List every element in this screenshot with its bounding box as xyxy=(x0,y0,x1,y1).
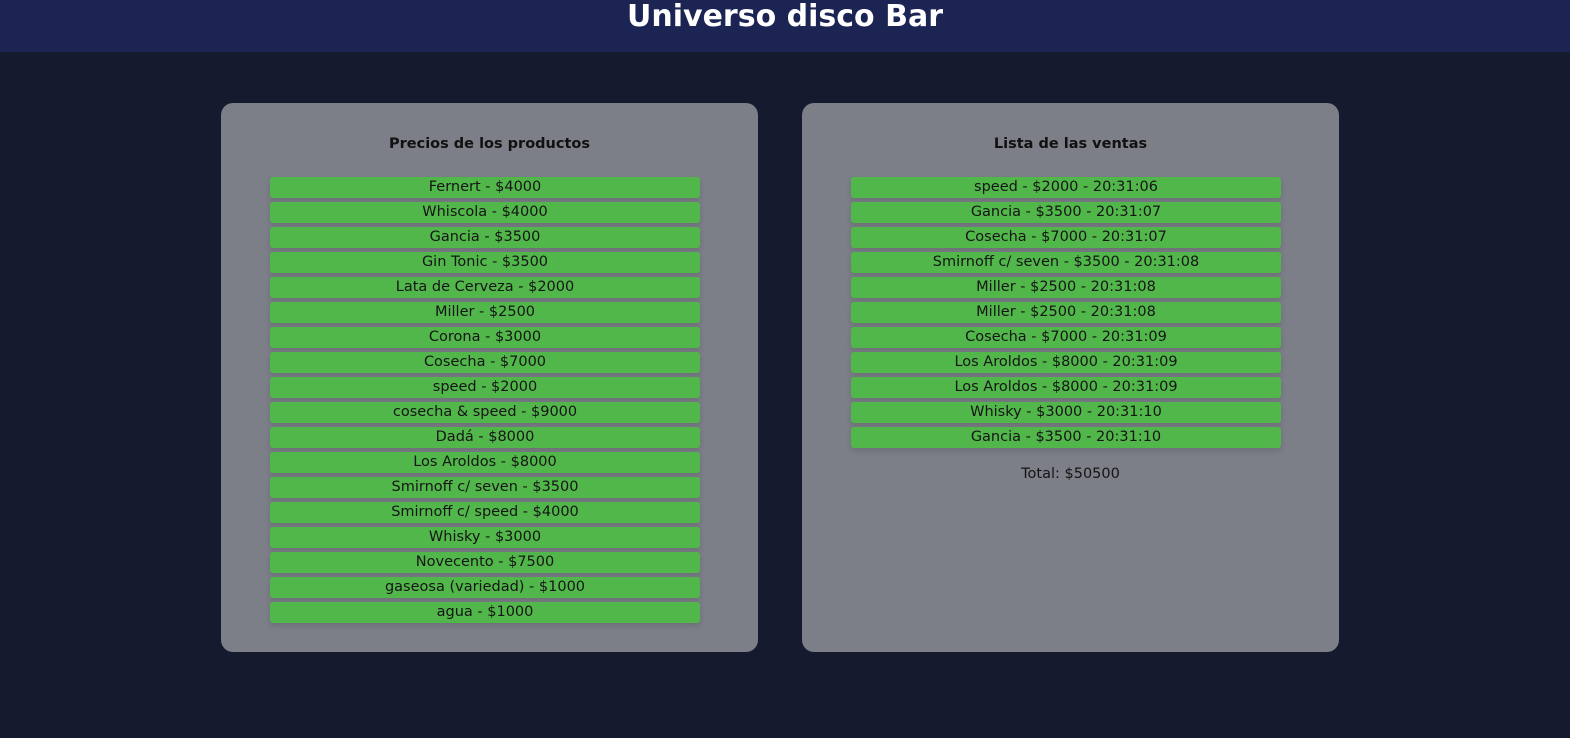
sale-item: Miller - $2500 - 20:31:08 xyxy=(851,302,1281,323)
product-item[interactable]: Cosecha - $7000 xyxy=(270,352,700,373)
sale-item: speed - $2000 - 20:31:06 xyxy=(851,177,1281,198)
sale-item: Cosecha - $7000 - 20:31:07 xyxy=(851,227,1281,248)
sale-item: Cosecha - $7000 - 20:31:09 xyxy=(851,327,1281,348)
app-header: Universo disco Bar xyxy=(0,0,1570,52)
product-item[interactable]: Gancia - $3500 xyxy=(270,227,700,248)
sales-title: Lista de las ventas xyxy=(993,136,1148,152)
product-item[interactable]: Whiscola - $4000 xyxy=(270,202,700,223)
sale-item: Los Aroldos - $8000 - 20:31:09 xyxy=(851,352,1281,373)
product-item[interactable]: speed - $2000 xyxy=(270,377,700,398)
sale-item: Gancia - $3500 - 20:31:07 xyxy=(851,202,1281,223)
product-item[interactable]: Corona - $3000 xyxy=(270,327,700,348)
product-item[interactable]: Miller - $2500 xyxy=(270,302,700,323)
product-item[interactable]: gaseosa (variedad) - $1000 xyxy=(270,577,700,598)
product-item[interactable]: agua - $1000 xyxy=(270,602,700,623)
product-item[interactable]: Smirnoff c/ seven - $3500 xyxy=(270,477,700,498)
sale-item: Los Aroldos - $8000 - 20:31:09 xyxy=(851,377,1281,398)
product-item[interactable]: Whisky - $3000 xyxy=(270,527,700,548)
app-title: Universo disco Bar xyxy=(627,0,943,34)
product-item[interactable]: Gin Tonic - $3500 xyxy=(270,252,700,273)
sale-item: Gancia - $3500 - 20:31:10 xyxy=(851,427,1281,448)
product-item[interactable]: Novecento - $7500 xyxy=(270,552,700,573)
product-item[interactable]: Los Aroldos - $8000 xyxy=(270,452,700,473)
sales-total: Total: $50500 xyxy=(1021,466,1120,482)
product-list: Fernert - $4000 Whiscola - $4000 Gancia - … xyxy=(270,177,700,627)
products-panel: Precios de los productos Fernert - $4000… xyxy=(221,103,758,652)
product-item[interactable]: cosecha & speed - $9000 xyxy=(270,402,700,423)
sales-panel: Lista de las ventas speed - $2000 - 20:3… xyxy=(802,103,1339,652)
sale-item: Smirnoff c/ seven - $3500 - 20:31:08 xyxy=(851,252,1281,273)
sales-list: speed - $2000 - 20:31:06 Gancia - $3500 -… xyxy=(851,177,1281,452)
product-item[interactable]: Lata de Cerveza - $2000 xyxy=(270,277,700,298)
products-title: Precios de los productos xyxy=(388,136,590,152)
sale-item: Miller - $2500 - 20:31:08 xyxy=(851,277,1281,298)
sale-item: Whisky - $3000 - 20:31:10 xyxy=(851,402,1281,423)
product-item[interactable]: Fernert - $4000 xyxy=(270,177,700,198)
product-item[interactable]: Smirnoff c/ speed - $4000 xyxy=(270,502,700,523)
product-item[interactable]: Dadá - $8000 xyxy=(270,427,700,448)
